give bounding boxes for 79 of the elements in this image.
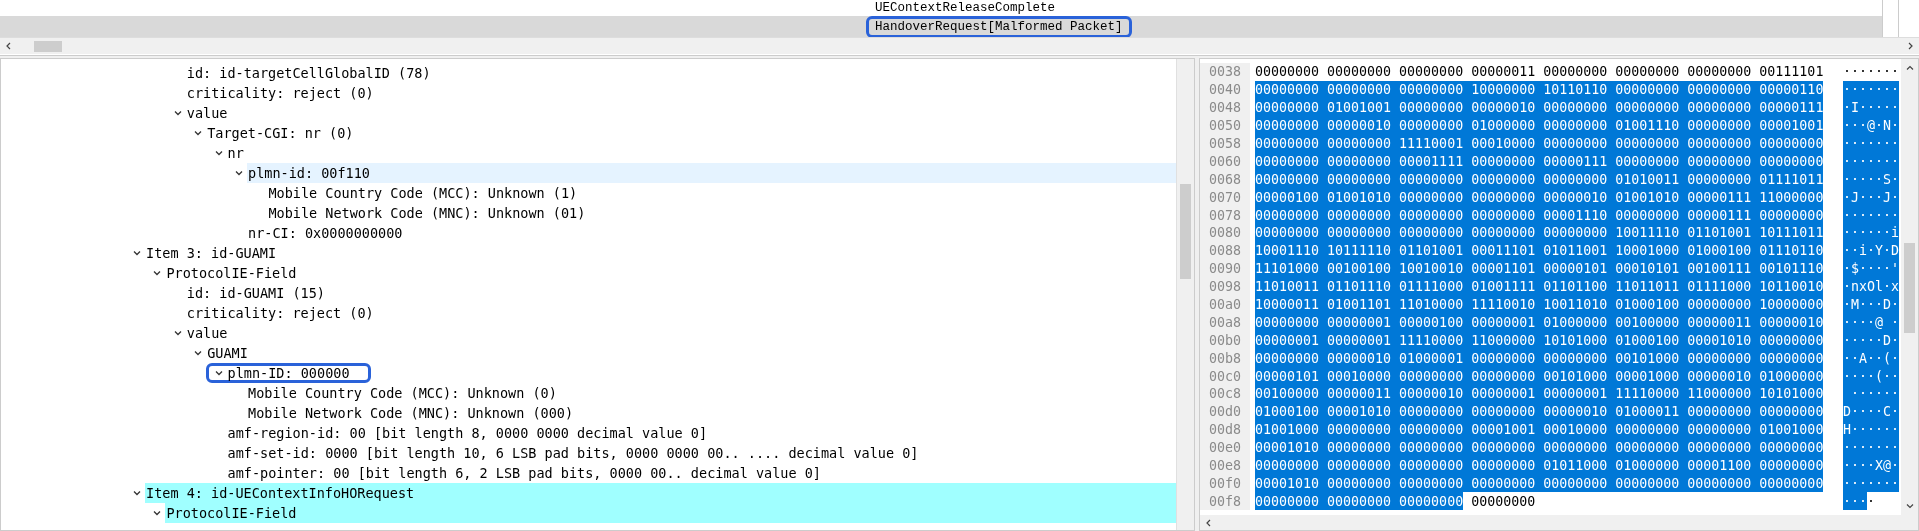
ascii-bytes: ··· <box>1843 492 1868 511</box>
ascii-bytes: ·J···J· <box>1843 188 1900 207</box>
hex-bytes: 00000000 00000000 00000000 <box>1255 492 1464 511</box>
horizontal-scrollbar[interactable] <box>0 37 1919 54</box>
ascii-bytes: ····@ · <box>1843 313 1900 332</box>
byte-offset: 0080 <box>1200 224 1250 242</box>
horizontal-scrollbar[interactable] <box>1200 515 1918 530</box>
tree-item[interactable]: Item 4: id-UEContextInfoHORequest <box>145 483 1176 503</box>
hex-bytes: 00000000 00000000 00000000 00000000 00000000 10011110 01101001 10111011 <box>1255 224 1824 242</box>
scrollbar-thumb[interactable] <box>34 40 62 52</box>
hex-bytes: 00000100 01001010 00000000 00000000 00000010 01001010 00000111 11000000 <box>1255 188 1824 207</box>
vertical-scrollbar[interactable] <box>1901 59 1918 515</box>
packet-row[interactable]: HandoverRequest[Malformed Packet] <box>0 16 1882 37</box>
ascii-bytes: ······· <box>1843 474 1900 493</box>
hex-bytes: 00001010 00000000 00000000 00000000 00000000 00000000 00000000 00000000 <box>1255 474 1824 493</box>
tree-item[interactable]: value <box>185 323 1176 343</box>
tree-item[interactable]: Mobile Country Code (MCC): Unknown (1) <box>267 183 1176 203</box>
tree-item[interactable]: criticality: reject (0) <box>185 303 1176 323</box>
byte-offset: 0070 <box>1200 188 1250 207</box>
tree-item[interactable]: plmn-id: 00f110 <box>247 163 1176 183</box>
vertical-scrollbar[interactable] <box>1176 59 1194 530</box>
tree-item[interactable]: value <box>185 103 1176 123</box>
tree-item[interactable]: nr <box>226 143 1176 163</box>
hex-bytes: 00000000 00000001 00000100 00000001 01000000 00100000 00000011 00000010 <box>1255 313 1824 332</box>
hex-bytes: 00000000 00000000 00000000 00000000 00001110 00000000 00000111 00000000 <box>1255 206 1824 224</box>
tree-item[interactable]: plmn-ID: 000000 <box>226 366 350 380</box>
hex-bytes: 00000101 00010000 00000000 00000000 00101000 00001000 00000010 01000000 <box>1255 367 1824 386</box>
ascii-bytes: ·····D· <box>1843 331 1900 350</box>
hex-bytes: 00100000 00000011 00000010 00000001 00000001 11110000 11000000 10101000 <box>1255 385 1824 403</box>
ascii-bytes: ······· <box>1843 63 1900 81</box>
ascii-bytes: · <box>1867 492 1876 511</box>
ascii-bytes: ······· <box>1843 206 1900 224</box>
scroll-up-icon[interactable] <box>1904 63 1915 73</box>
scroll-down-icon[interactable] <box>1904 501 1915 511</box>
ascii-bytes: ······i <box>1843 224 1900 242</box>
packet-info: UEContextReleaseComplete <box>874 0 1057 17</box>
tree-item[interactable]: GUAMI <box>206 343 1176 363</box>
tree-item[interactable]: amf-pointer: 00 [bit length 6, 2 LSB pad bits, 0000 00.. decimal value 0] <box>226 463 1176 483</box>
ascii-bytes: ·····S· <box>1843 170 1900 189</box>
tree-item[interactable]: ProtocolIE-Field <box>165 503 1176 523</box>
byte-offset: 00b0 <box>1200 331 1250 350</box>
ascii-bytes: ······· <box>1843 80 1900 99</box>
tree-item[interactable]: id: id-GUAMI (15) <box>185 283 1176 303</box>
ascii-bytes: ····(·· <box>1843 367 1900 386</box>
byte-offset: 0078 <box>1200 206 1250 224</box>
byte-offset: 00f8 <box>1200 492 1250 511</box>
hex-bytes: 00000000 00000000 00000000 00000000 00000000 01010011 00000000 01111011 <box>1255 170 1824 189</box>
tree-item[interactable]: Item 3: id-GUAMI <box>145 243 1176 263</box>
hex-bytes: 00000000 00000010 01000001 00000000 00000000 00101000 00000000 00000000 <box>1255 349 1824 368</box>
hex-bytes: 00000000 <box>1471 492 1536 511</box>
tree-item[interactable]: nr-CI: 0x0000000000 <box>247 223 1176 243</box>
scrollbar-thumb[interactable] <box>1904 243 1915 333</box>
byte-offset: 00c8 <box>1200 385 1250 403</box>
byte-offset: 00a8 <box>1200 313 1250 332</box>
tree-item[interactable]: Target-CGI: nr (0) <box>206 123 1176 143</box>
byte-offset: 0038 <box>1200 63 1250 81</box>
scrollbar-thumb[interactable] <box>1180 184 1191 279</box>
hex-bytes: 00000001 00000001 11110000 11000000 10101000 01000100 00001010 00000000 <box>1255 331 1824 350</box>
ascii-bytes: ··A··(· <box>1843 349 1900 368</box>
ascii-bytes: ······· <box>1843 152 1900 171</box>
byte-offset: 00c0 <box>1200 367 1250 386</box>
byte-offset: 00b8 <box>1200 349 1250 368</box>
tree-item[interactable]: criticality: reject (0) <box>185 83 1176 103</box>
hex-bytes: 00000000 00000000 00001111 00000000 00000111 00000000 00000000 00000000 <box>1255 152 1824 171</box>
tree-item[interactable]: ProtocolIE-Field <box>165 263 1176 283</box>
tree-item[interactable]: amf-region-id: 00 [bit length 8, 0000 0000 decimal value 0] <box>226 423 1176 443</box>
byte-offset: 0068 <box>1200 170 1250 189</box>
tree-item[interactable]: Mobile Network Code (MNC): Unknown (01) <box>267 203 1176 223</box>
vertical-scrollbar[interactable] <box>1882 0 1899 37</box>
packet-row[interactable]: UEContextReleaseComplete <box>0 0 1882 16</box>
byte-offset: 00f0 <box>1200 474 1250 493</box>
tree-item[interactable]: Mobile Network Code (MNC): Unknown (000) <box>247 403 1176 423</box>
tree-item[interactable]: Mobile Country Code (MCC): Unknown (0) <box>247 383 1176 403</box>
tree-item[interactable]: id: id-targetCellGlobalID (78) <box>185 63 1176 83</box>
hex-bytes: 00000000 00000000 00000000 10000000 10110110 00000000 00000000 00000110 <box>1255 80 1824 99</box>
tree-item[interactable]: amf-set-id: 0000 [bit length 10, 6 LSB pad bits, 0000 0000 00.. .... decimal value 0] <box>226 443 1176 463</box>
hex-bytes: 00000000 00000000 00000000 00000011 00000000 00000000 00000000 00111101 <box>1255 63 1824 81</box>
ascii-bytes: ······ <box>1843 385 1900 403</box>
byte-offset: 0060 <box>1200 152 1250 171</box>
